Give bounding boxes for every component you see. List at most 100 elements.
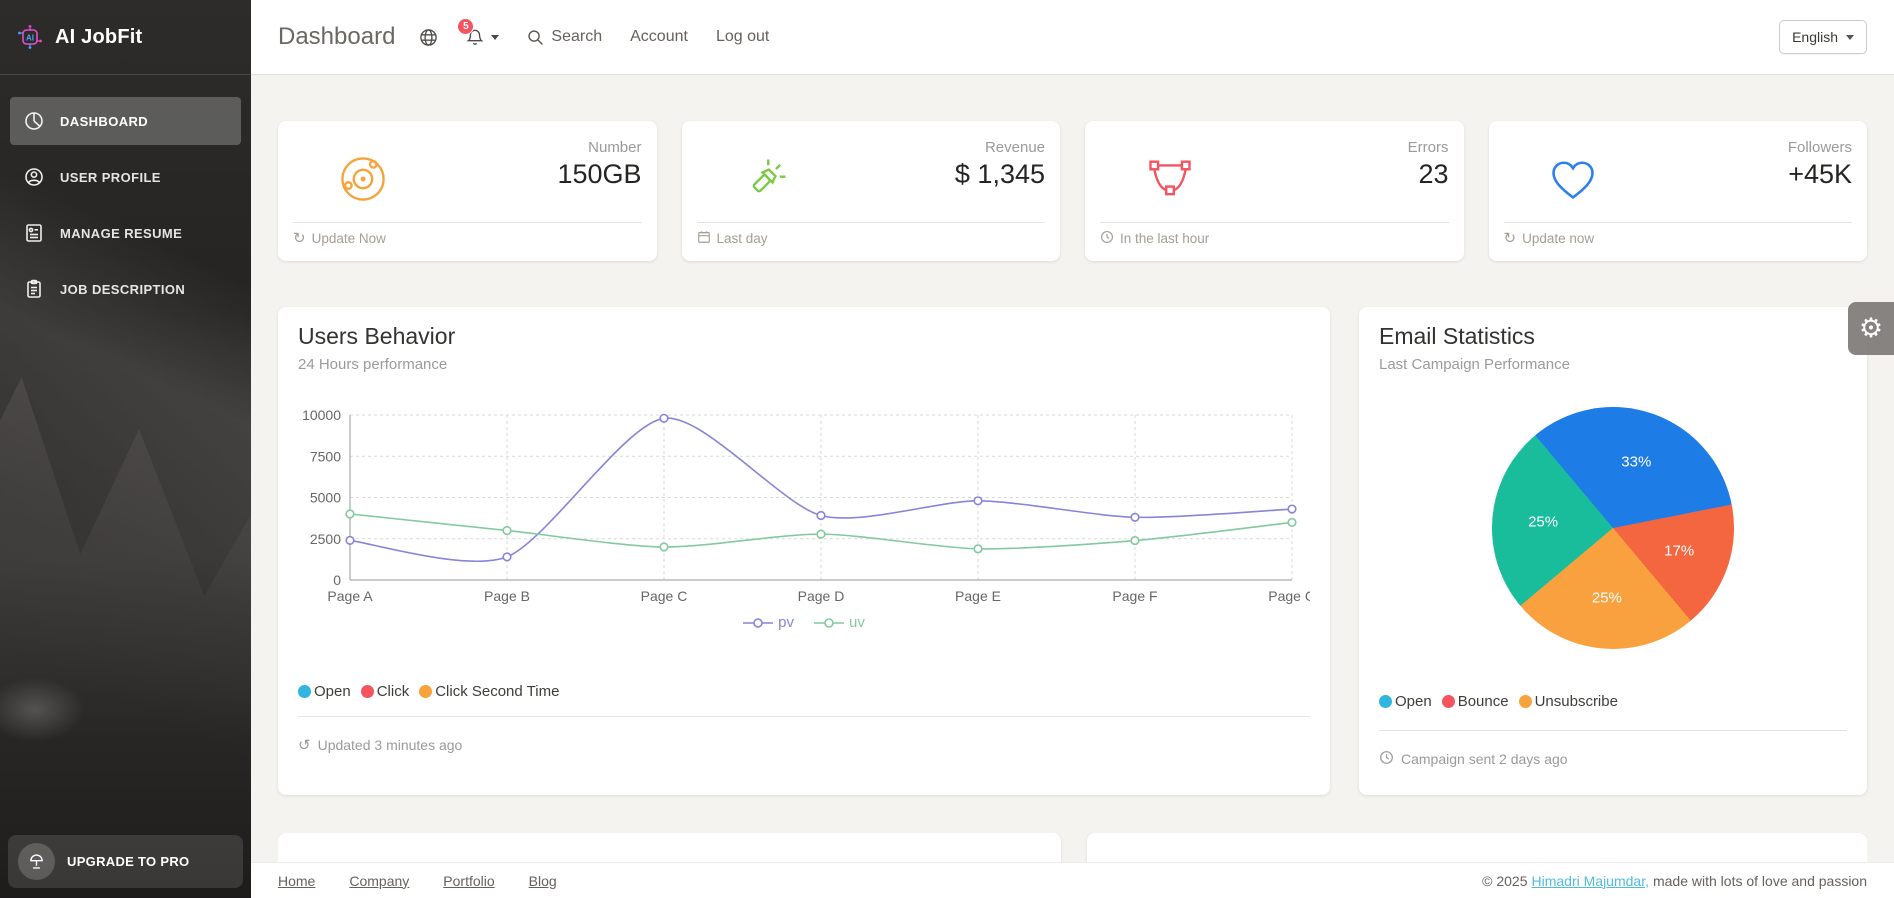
stat-card-revenue: Revenue $ 1,345 Last day (681, 121, 1060, 261)
legend-item: Open (1379, 693, 1432, 710)
stat-value: 150GB (557, 159, 642, 189)
sidebar-nav: DASHBOARD USER PROFILE MANAGE RESUME JOB… (0, 75, 251, 335)
svg-text:Page G: Page G (1268, 588, 1310, 604)
line-chart-legend: pv uv (298, 614, 1310, 631)
heart-icon (1504, 135, 1643, 222)
stat-card-errors: Errors 23 In the last hour (1085, 121, 1464, 261)
users-behavior-legend: Open Click Click Second Time (298, 683, 1310, 700)
card-subtitle: Last Campaign Performance (1379, 356, 1570, 373)
svg-text:Page A: Page A (327, 588, 373, 604)
page-title: Dashboard (278, 23, 396, 50)
stat-footer: Last day (697, 223, 1046, 253)
pie-chart-icon (23, 110, 45, 132)
search-label: Search (551, 28, 603, 45)
copyright-author-link[interactable]: Himadri Majumdar, (1532, 873, 1649, 889)
clock-icon (1100, 230, 1114, 247)
globe-button[interactable] (419, 28, 438, 47)
pie-slice-label: 33% (1621, 453, 1652, 471)
brand-logo-icon: AI (16, 23, 44, 51)
stat-card-followers: Followers +45K ↻ Update now (1488, 121, 1867, 261)
search-icon (528, 29, 544, 45)
charts-row: Users Behavior 24 Hours performance 0 250… (278, 307, 1867, 795)
logout-link[interactable]: Log out (716, 28, 769, 46)
svg-text:AI: AI (26, 34, 34, 43)
pie-slice-label: 25% (1591, 589, 1622, 607)
stat-footer: In the last hour (1100, 223, 1449, 253)
sidebar-item-label: MANAGE RESUME (60, 225, 183, 241)
copyright-prefix: © 2025 (1482, 872, 1528, 889)
partial-cards-row (278, 833, 1867, 862)
refresh-icon: ↻ (293, 229, 306, 247)
upgrade-to-pro-label: UPGRADE TO PRO (67, 854, 190, 869)
svg-text:5000: 5000 (310, 490, 341, 506)
legend-item: Click (360, 683, 409, 700)
legend-dot-icon (360, 685, 374, 698)
legend-dot-icon (1441, 695, 1455, 708)
sidebar-item-dashboard[interactable]: DASHBOARD (10, 97, 241, 145)
chart-series-legend-pv[interactable]: pv (743, 614, 794, 631)
svg-text:Page C: Page C (641, 588, 688, 604)
pie-chart: 33% 17% 25% 25% (1492, 407, 1734, 649)
legend-line-icon (814, 617, 844, 628)
account-link[interactable]: Account (630, 28, 688, 46)
legend-dot-icon (419, 685, 433, 698)
stat-value: $ 1,345 (954, 159, 1045, 189)
sidebar-item-label: DASHBOARD (60, 113, 149, 129)
chevron-down-icon (491, 34, 500, 40)
copyright: © 2025 Himadri Majumdar, made with lots … (1482, 873, 1867, 889)
legend-line-icon (743, 617, 774, 628)
globe-icon (420, 28, 438, 46)
brand[interactable]: AI AI JobFit (0, 0, 251, 75)
divider (298, 716, 1310, 717)
svg-text:0: 0 (333, 572, 341, 588)
sidebar-item-job-description[interactable]: JOB DESCRIPTION (10, 265, 241, 313)
svg-text:Page F: Page F (1112, 588, 1157, 604)
chart-series-legend-uv[interactable]: uv (814, 614, 865, 631)
svg-text:2500: 2500 (310, 531, 341, 547)
card-title: Email Statistics (1379, 323, 1535, 349)
language-selector[interactable]: English (1779, 20, 1867, 54)
refresh-icon: ↻ (1503, 229, 1517, 247)
sidebar-item-user-profile[interactable]: USER PROFILE (10, 153, 241, 201)
footer-link-portfolio[interactable]: Portfolio (443, 873, 494, 889)
footer-link-company[interactable]: Company (349, 873, 409, 889)
light-icon (697, 135, 836, 222)
page-footer: Home Company Portfolio Blog © 2025 Himad… (251, 862, 1894, 898)
stat-card-number: Number 150GB ↻ Update Now (278, 121, 657, 261)
top-navbar: Dashboard 5 Search Account Log out Engli… (251, 0, 1894, 75)
footer-link-home[interactable]: Home (278, 873, 315, 889)
legend-item: Open (298, 683, 351, 700)
disc-icon (293, 135, 432, 222)
settings-gear-button[interactable]: ⚙ (1848, 302, 1894, 355)
stat-footer-label: In the last hour (1120, 230, 1210, 246)
search-button[interactable]: Search (527, 28, 602, 46)
svg-text:Page E: Page E (955, 588, 1001, 604)
stat-category: Revenue (984, 139, 1045, 156)
divider (1379, 730, 1847, 731)
stat-category: Followers (1787, 139, 1852, 156)
sidebar-item-manage-resume[interactable]: MANAGE RESUME (10, 209, 241, 257)
stat-category: Number (588, 139, 642, 156)
stat-footer-label: Update Now (311, 230, 386, 246)
stat-value: 23 (1418, 159, 1449, 189)
stat-footer: ↻ Update Now (293, 223, 642, 253)
document-icon (23, 278, 45, 300)
upgrade-to-pro-button[interactable]: UPGRADE TO PRO (8, 835, 243, 888)
svg-text:Page B: Page B (484, 588, 530, 604)
notification-badge: 5 (457, 17, 475, 35)
legend-item: Click Second Time (419, 683, 559, 700)
history-icon: ↺ (298, 736, 311, 754)
sidebar-item-label: USER PROFILE (60, 169, 161, 185)
calendar-icon (697, 230, 711, 247)
user-icon (23, 166, 45, 188)
legend-dot-icon (1379, 695, 1392, 708)
stat-footer: ↻ Update now (1504, 223, 1853, 253)
stat-footer-label: Last day (716, 230, 768, 246)
svg-text:7500: 7500 (310, 448, 341, 464)
vector-icon (1100, 135, 1239, 222)
card-title: Users Behavior (298, 323, 456, 349)
footer-link-blog[interactable]: Blog (529, 873, 557, 889)
sidebar-item-label: JOB DESCRIPTION (60, 281, 186, 297)
line-chart: 0 2500 5000 7500 10000 Page A Page B Page C Page… (302, 407, 1310, 604)
notifications-button[interactable]: 5 (457, 17, 500, 47)
